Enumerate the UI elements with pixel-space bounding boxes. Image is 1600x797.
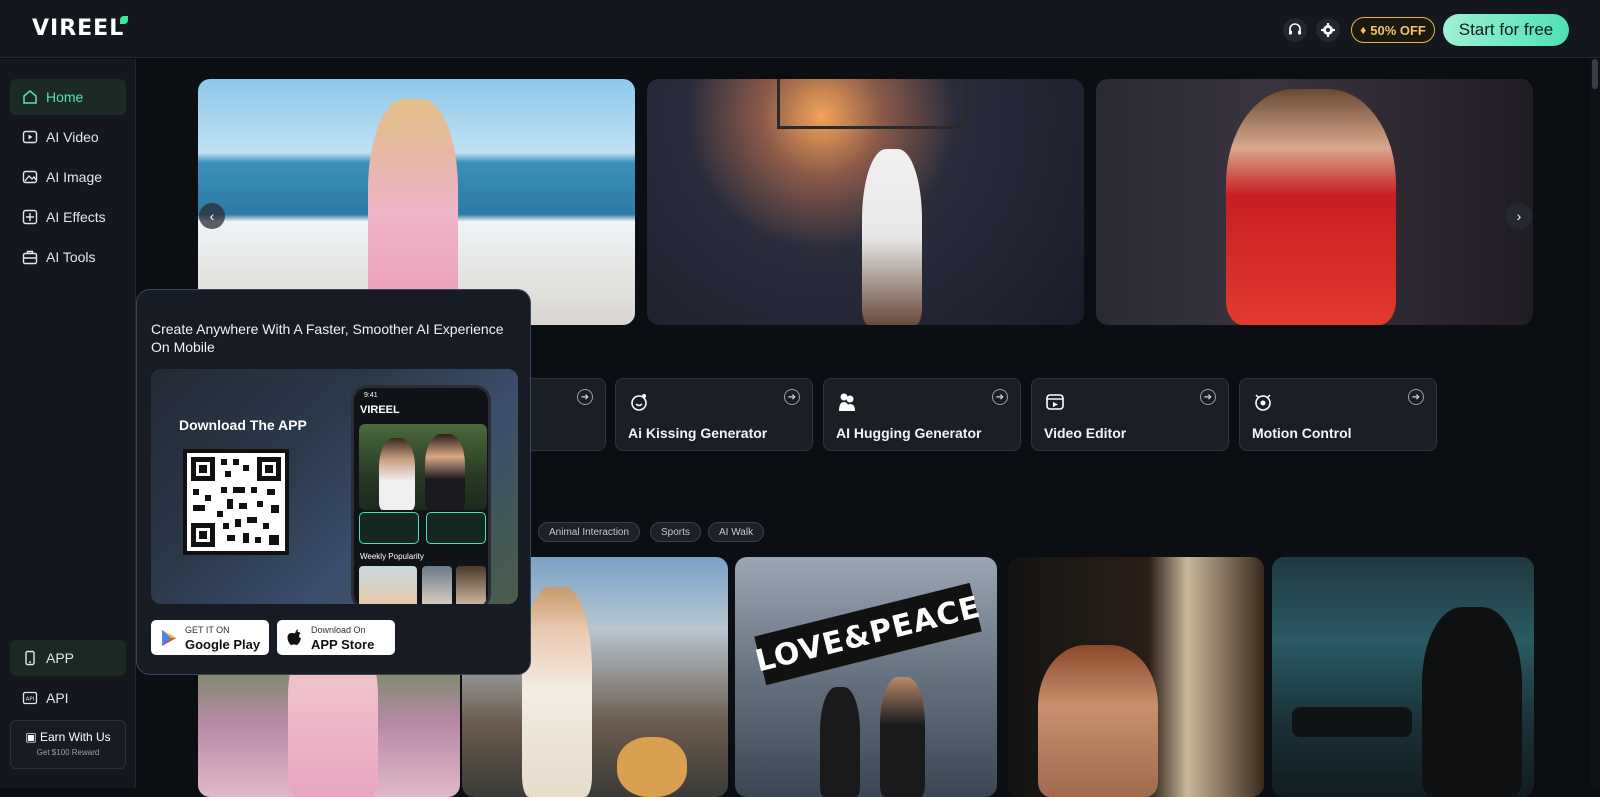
sidebar-item-ai-video[interactable]: AI Video (10, 119, 126, 155)
gallery-figure (820, 687, 860, 797)
arrow-right-icon: ➜ (1408, 389, 1424, 405)
tool-card-motion-control[interactable]: ➜ Motion Control (1239, 378, 1437, 451)
gallery-item[interactable] (1008, 557, 1264, 797)
logo[interactable]: VIREEL (32, 16, 129, 41)
sidebar-item-ai-effects[interactable]: AI Effects (10, 199, 126, 235)
gallery-figure (1422, 607, 1522, 797)
arrow-right-icon: ➜ (992, 389, 1008, 405)
banner-frame (777, 79, 967, 129)
arrow-right-icon: ➜ (784, 389, 800, 405)
phone-thumb (456, 566, 486, 604)
gallery-figure (522, 587, 592, 797)
app-store-button[interactable]: Download On APP Store (277, 620, 395, 655)
sidebar-item-app[interactable]: APP (10, 640, 126, 676)
headset-icon[interactable] (1283, 18, 1307, 42)
banner-figure (1226, 89, 1396, 325)
popup-card: Download The APP 9:41 VIREEL Weekly Popu… (151, 369, 518, 604)
tool-card-ai-hugging[interactable]: ➜ AI Hugging Generator (823, 378, 1021, 451)
phone-icon (25, 650, 35, 666)
dog-figure (617, 737, 687, 797)
sidebar-item-ai-image[interactable]: AI Image (10, 159, 126, 195)
popup-title: Create Anywhere With A Faster, Smoother … (151, 321, 504, 355)
sidebar-item-home[interactable]: Home (10, 79, 126, 115)
banner-paris-night[interactable] (647, 79, 1084, 325)
tool-card-video-editor[interactable]: ➜ Video Editor (1031, 378, 1229, 451)
home-icon (23, 90, 37, 104)
image-icon (22, 170, 38, 184)
sidebar-item-ai-tools[interactable]: AI Tools (10, 239, 126, 275)
arrow-right-icon: ➜ (1200, 389, 1216, 405)
page-scrollbar[interactable] (1590, 59, 1600, 788)
logo-leaf-icon (120, 16, 129, 24)
toolbox-icon (22, 250, 38, 265)
carousel-next-button[interactable]: › (1506, 203, 1532, 229)
svg-text:API: API (26, 697, 35, 703)
arrow-right-icon: ➜ (577, 389, 593, 405)
gear-icon[interactable] (1316, 18, 1340, 42)
banner-red-dress[interactable] (1096, 79, 1533, 325)
download-app-label: Download The APP (179, 417, 307, 433)
apple-icon (287, 629, 301, 645)
qr-code (183, 449, 289, 555)
video-editor-icon (1046, 394, 1064, 410)
sidebar: Home AI Video AI Image AI Effects AI Too… (0, 59, 136, 788)
play-icon (22, 130, 38, 144)
discount-badge[interactable]: ♦ 50% OFF (1351, 17, 1435, 43)
diamond-icon: ♦ (1360, 23, 1367, 37)
filter-chip-ai-walk[interactable]: AI Walk (708, 522, 765, 542)
gallery-figure (880, 677, 925, 797)
sidebar-item-api[interactable]: API API (10, 680, 126, 716)
phone-thumb (359, 566, 417, 604)
tool-card-ai-kissing[interactable]: ➜ Ai Kissing Generator (615, 378, 813, 451)
api-icon: API (22, 691, 38, 705)
phone-thumb (422, 566, 452, 604)
car-figure (1292, 707, 1412, 737)
earn-with-us-button[interactable]: ▣ Earn With Us Get $100 Reward (10, 720, 126, 769)
phone-swap-face-button (426, 512, 486, 544)
top-header: VIREEL ♦ 50% OFF Start for free (0, 0, 1600, 58)
kiss-icon (631, 394, 647, 411)
phone-custom-video-button (359, 512, 419, 544)
google-play-button[interactable]: GET IT ON Google Play (151, 620, 269, 655)
banner-figure (862, 149, 922, 325)
filter-chip-sports[interactable]: Sports (650, 522, 701, 542)
app-download-popup: Create Anywhere With A Faster, Smoother … (136, 289, 531, 675)
love-peace-sign: LOVE&PEACE (752, 582, 984, 686)
motion-icon (1255, 394, 1271, 411)
gallery-item[interactable] (1272, 557, 1534, 797)
gallery-figure (1038, 645, 1158, 797)
scrollbar-thumb[interactable] (1592, 59, 1598, 89)
google-play-icon (162, 630, 176, 646)
filter-chip-animal-interaction[interactable]: Animal Interaction (538, 522, 641, 542)
start-for-free-button[interactable]: Start for free (1443, 14, 1569, 46)
phone-hero-image (359, 424, 487, 510)
money-icon: ▣ (25, 730, 37, 744)
hug-icon (839, 393, 855, 411)
gallery-item[interactable]: LOVE&PEACE (735, 557, 997, 797)
phone-mockup: 9:41 VIREEL Weekly Popularity (351, 385, 491, 604)
effects-icon (22, 209, 38, 225)
carousel-prev-button[interactable]: ‹ (199, 203, 225, 229)
